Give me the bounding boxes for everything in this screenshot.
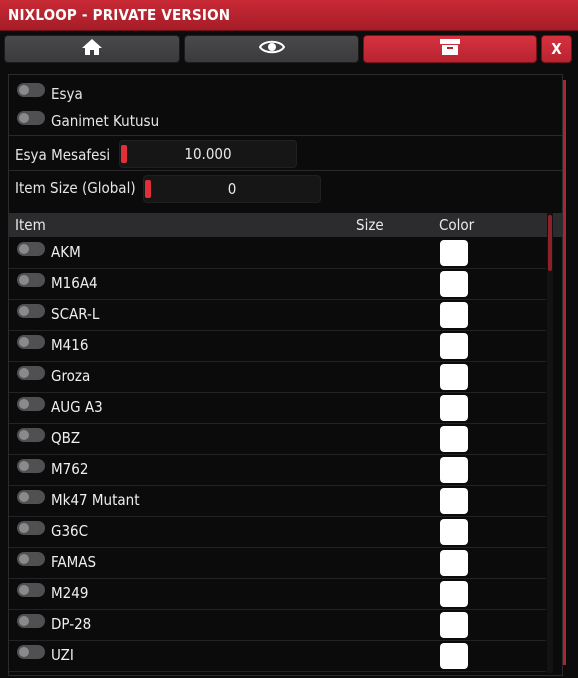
tab-home[interactable]: [4, 35, 180, 63]
item-toggle[interactable]: [17, 521, 45, 535]
tab-visuals[interactable]: [184, 35, 359, 63]
table-row: M16A4: [9, 268, 546, 300]
item-name: G36C: [51, 522, 89, 540]
distance-slider[interactable]: 10.000: [119, 140, 297, 168]
color-swatch[interactable]: [440, 581, 468, 607]
color-swatch[interactable]: [440, 302, 468, 328]
column-header-color: Color: [439, 216, 475, 234]
table-row: AUG A3: [9, 392, 546, 424]
item-name: FAMAS: [51, 553, 97, 571]
table-row: G36C: [9, 516, 546, 548]
item-name: AUG A3: [51, 398, 103, 416]
item-toggle[interactable]: [17, 242, 45, 256]
table-row: M762: [9, 454, 546, 486]
items-panel: Esya Ganimet Kutusu Esya Mesafesi 10.000…: [8, 74, 563, 676]
item-name: UZI: [51, 646, 74, 664]
table-row: UZI: [9, 640, 546, 672]
table-row: Mk47 Mutant: [9, 485, 546, 517]
distance-label: Esya Mesafesi: [15, 146, 111, 164]
item-size-slider[interactable]: 0: [143, 175, 321, 203]
table-row: DP-28: [9, 609, 546, 641]
column-header-item: Item: [15, 216, 46, 234]
color-swatch[interactable]: [440, 643, 468, 669]
window-title: NIXLOOP - PRIVATE VERSION: [8, 6, 231, 24]
table-row: M249: [9, 578, 546, 610]
color-swatch[interactable]: [440, 488, 468, 514]
divider: [9, 170, 562, 171]
item-toggle[interactable]: [17, 490, 45, 504]
color-swatch[interactable]: [440, 550, 468, 576]
item-name: M762: [51, 460, 89, 478]
item-name: M416: [51, 336, 89, 354]
item-name: Mk47 Mutant: [51, 491, 140, 509]
item-toggle[interactable]: [17, 428, 45, 442]
close-button[interactable]: X: [541, 35, 572, 63]
color-swatch[interactable]: [440, 364, 468, 390]
archive-box-icon: [439, 38, 461, 60]
table-row: QBZ: [9, 423, 546, 455]
distance-value: 10.000: [184, 145, 232, 163]
tab-items[interactable]: [363, 35, 537, 63]
table-row: M416: [9, 330, 546, 362]
item-name: DP-28: [51, 615, 92, 633]
title-bar[interactable]: NIXLOOP - PRIVATE VERSION: [0, 0, 578, 31]
color-swatch[interactable]: [440, 457, 468, 483]
color-swatch[interactable]: [440, 333, 468, 359]
color-swatch[interactable]: [440, 271, 468, 297]
color-swatch[interactable]: [440, 519, 468, 545]
item-toggle[interactable]: [17, 552, 45, 566]
color-swatch[interactable]: [440, 612, 468, 638]
table-header: Item Size Color: [9, 213, 562, 237]
item-toggle[interactable]: [17, 645, 45, 659]
table-row: Groza: [9, 361, 546, 393]
item-name: Groza: [51, 367, 91, 385]
toggle-esya-label: Esya: [51, 85, 83, 103]
item-toggle[interactable]: [17, 304, 45, 318]
table-row: FAMAS: [9, 547, 546, 579]
divider: [9, 135, 562, 136]
color-swatch[interactable]: [440, 240, 468, 266]
item-name: AKM: [51, 243, 81, 261]
item-toggle[interactable]: [17, 366, 45, 380]
item-name: M16A4: [51, 274, 98, 292]
close-label: X: [551, 40, 562, 58]
color-swatch[interactable]: [440, 395, 468, 421]
item-name: QBZ: [51, 429, 81, 447]
toggle-ganimet-kutusu[interactable]: [17, 111, 45, 125]
item-size-label: Item Size (Global): [15, 179, 136, 197]
item-toggle[interactable]: [17, 614, 45, 628]
scrollbar-thumb[interactable]: [548, 215, 552, 271]
eye-icon: [258, 39, 285, 59]
item-name: SCAR-L: [51, 305, 100, 323]
item-toggle[interactable]: [17, 583, 45, 597]
table-row: AKM: [9, 237, 546, 269]
tab-bar: X: [0, 33, 578, 65]
item-toggle[interactable]: [17, 335, 45, 349]
item-toggle[interactable]: [17, 459, 45, 473]
color-swatch[interactable]: [440, 426, 468, 452]
item-toggle[interactable]: [17, 273, 45, 287]
column-header-size: Size: [356, 216, 384, 234]
home-icon: [81, 38, 103, 60]
scrollbar[interactable]: [547, 213, 553, 673]
item-list: AKM M16A4 SCAR-L M416 Groza AUG A3 QBZ M762 Mk47…: [9, 237, 546, 675]
toggle-ganimet-kutusu-label: Ganimet Kutusu: [51, 112, 160, 130]
item-toggle[interactable]: [17, 397, 45, 411]
toggle-esya[interactable]: [17, 83, 45, 97]
item-name: M249: [51, 584, 89, 602]
table-row: SCAR-L: [9, 299, 546, 331]
item-size-value: 0: [227, 180, 237, 198]
